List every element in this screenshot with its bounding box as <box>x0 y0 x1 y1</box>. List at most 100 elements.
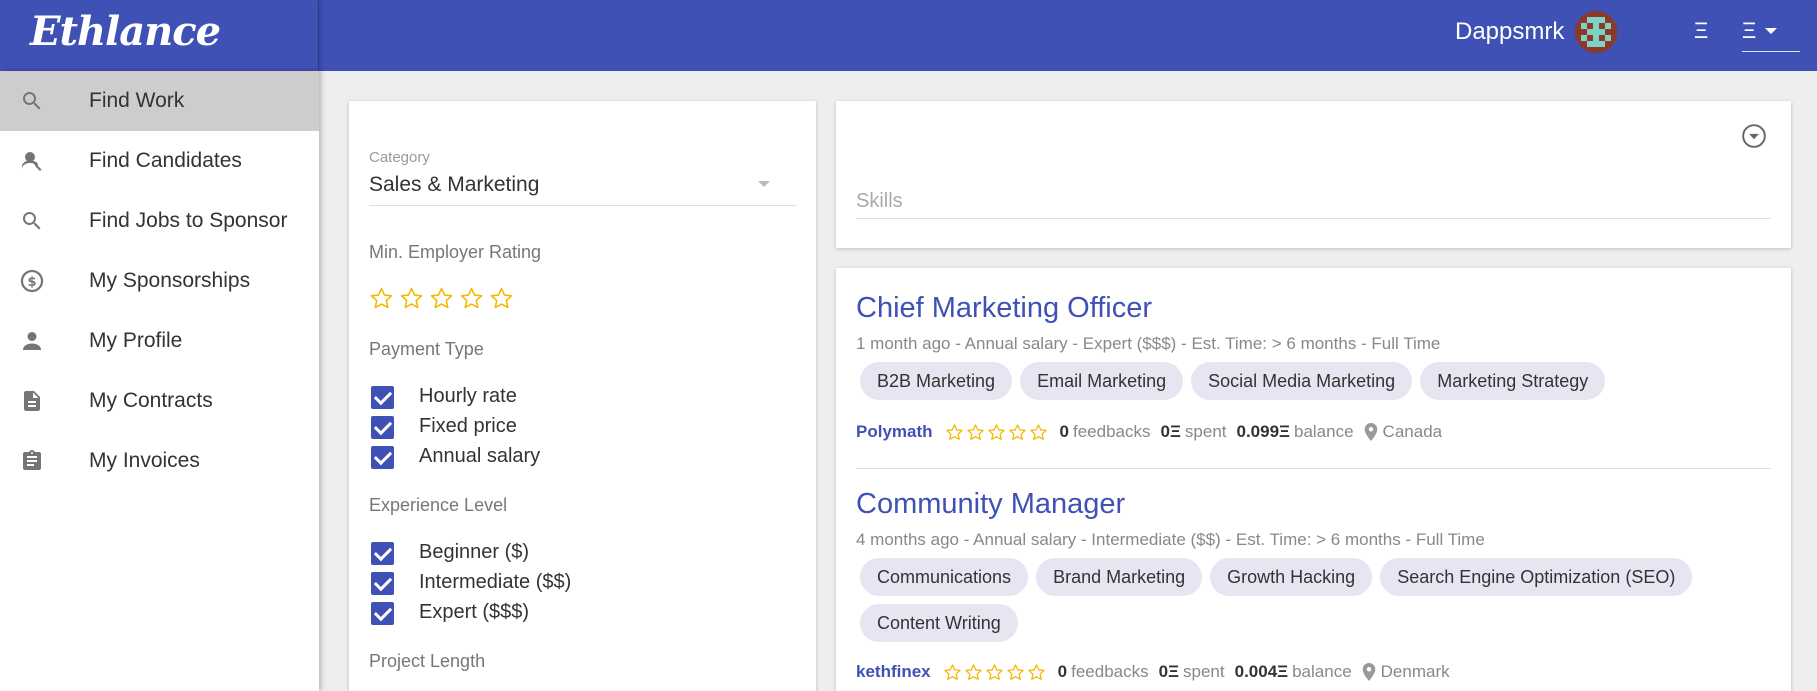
logo-area: Ethlance <box>0 0 319 71</box>
expand-circle-icon[interactable] <box>1741 123 1767 149</box>
checkbox-checked-icon[interactable] <box>371 571 394 595</box>
divider <box>856 468 1771 469</box>
job-meta: 4 months ago - Annual salary - Intermedi… <box>856 530 1485 549</box>
category-select[interactable]: Sales & Marketing <box>369 173 539 197</box>
star-outline-icon <box>964 663 983 682</box>
checkbox-label: Intermediate ($$) <box>419 571 572 593</box>
checkbox-expert[interactable]: Expert ($$$) <box>371 601 529 625</box>
skills-panel <box>836 101 1791 248</box>
balance-amount: 0.004Ξ <box>1234 662 1289 681</box>
star-outline-icon[interactable] <box>429 286 454 311</box>
skill-chip[interactable]: Content Writing <box>860 604 1018 642</box>
checkbox-checked-icon[interactable] <box>371 541 394 565</box>
search-icon <box>23 92 41 110</box>
sidebar-item-find-jobs-to-sponsor[interactable]: Find Jobs to Sponsor <box>0 191 319 251</box>
chevron-down-icon[interactable] <box>758 181 770 187</box>
checkbox-label: Beginner ($) <box>419 541 530 563</box>
sidebar-item-my-sponsorships[interactable]: $ My Sponsorships <box>0 251 319 311</box>
min-rating-label: Min. Employer Rating <box>369 242 542 262</box>
person-search-icon <box>22 152 42 171</box>
checkbox-fixed-price[interactable]: Fixed price <box>371 415 517 439</box>
sidebar-item-label: My Invoices <box>89 449 200 472</box>
sidebar-item-my-contracts[interactable]: My Contracts <box>0 371 319 431</box>
skills-input[interactable] <box>856 181 1771 219</box>
checkbox-beginner[interactable]: Beginner ($) <box>371 541 529 565</box>
job-meta: 1 month ago - Annual salary - Expert ($$… <box>856 334 1441 353</box>
skill-chip[interactable]: Search Engine Optimization (SEO) <box>1380 558 1693 596</box>
employer-info: Polymath 0 feedbacks 0Ξ spent 0.099Ξ bal… <box>856 422 1442 442</box>
star-outline-icon[interactable] <box>369 286 394 311</box>
skill-chip[interactable]: Email Marketing <box>1020 362 1184 400</box>
checkbox-label: Fixed price <box>419 415 517 437</box>
feedbacks-label: feedbacks <box>1073 422 1151 441</box>
checkbox-intermediate[interactable]: Intermediate ($$) <box>371 571 571 595</box>
employer-location: Canada <box>1382 422 1443 441</box>
star-outline-icon <box>985 663 1004 682</box>
document-icon <box>24 391 40 411</box>
skill-chip[interactable]: Marketing Strategy <box>1420 362 1606 400</box>
filter-panel: Category Sales & Marketing Min. Employer… <box>349 101 816 691</box>
star-outline-icon <box>943 663 962 682</box>
skill-chip[interactable]: Social Media Marketing <box>1191 362 1413 400</box>
checkbox-checked-icon[interactable] <box>371 445 394 469</box>
sidebar-item-label: My Sponsorships <box>89 269 251 292</box>
currency-select[interactable]: Ξ <box>1742 18 1800 52</box>
balance-amount: 0.099Ξ <box>1236 422 1290 441</box>
star-outline-icon[interactable] <box>399 286 424 311</box>
app-header: Ethlance Dappsmrk Ξ Ξ <box>0 0 1817 71</box>
employer-rating <box>945 423 1048 442</box>
sidebar-item-find-candidates[interactable]: Find Candidates <box>0 131 319 191</box>
sidebar-item-label: Find Work <box>89 89 185 112</box>
search-icon <box>23 212 41 230</box>
spent-amount: 0Ξ <box>1158 662 1180 681</box>
checkbox-label: Hourly rate <box>419 385 517 407</box>
svg-text:$: $ <box>27 275 36 290</box>
job-title-link[interactable]: Community Manager <box>856 488 1771 521</box>
currency-toggle-button[interactable]: Ξ <box>1694 18 1708 44</box>
sidebar-item-my-profile[interactable]: My Profile <box>0 311 319 371</box>
employer-link[interactable]: kethfinex <box>856 662 931 682</box>
experience-level-label: Experience Level <box>369 495 508 515</box>
app-logo[interactable]: Ethlance <box>30 8 221 55</box>
skill-chip[interactable]: B2B Marketing <box>860 362 1013 400</box>
checkbox-checked-icon[interactable] <box>371 415 394 439</box>
currency-select-value: Ξ <box>1742 18 1757 43</box>
star-outline-icon <box>1027 663 1046 682</box>
checkbox-annual-salary[interactable]: Annual salary <box>371 445 540 469</box>
sidebar-item-find-work[interactable]: Find Work <box>0 71 319 131</box>
avatar[interactable] <box>1575 11 1617 53</box>
checkbox-hourly-rate[interactable]: Hourly rate <box>371 385 517 409</box>
employer-rating <box>943 663 1046 682</box>
sidebar: Find Work Find Candidates Find Jobs to S… <box>0 71 319 691</box>
username[interactable]: Dappsmrk <box>1455 18 1564 46</box>
star-outline-icon <box>987 423 1006 442</box>
job-list: Chief Marketing Officer 1 month ago - An… <box>836 268 1791 691</box>
sidebar-item-label: Find Candidates <box>89 149 242 172</box>
clipboard-icon <box>23 450 41 470</box>
skill-chip[interactable]: Brand Marketing <box>1036 558 1203 596</box>
divider <box>369 205 796 206</box>
payment-type-label: Payment Type <box>369 339 484 359</box>
spent-amount: 0Ξ <box>1160 422 1181 441</box>
skill-chip[interactable]: Growth Hacking <box>1210 558 1373 596</box>
job-item: Chief Marketing Officer 1 month ago - An… <box>856 292 1771 441</box>
checkbox-checked-icon[interactable] <box>371 385 394 409</box>
sidebar-item-label: My Contracts <box>89 389 213 412</box>
star-outline-icon[interactable] <box>459 286 484 311</box>
star-outline-icon[interactable] <box>489 286 514 311</box>
checkbox-checked-icon[interactable] <box>371 601 394 625</box>
sidebar-item-label: My Profile <box>89 329 183 352</box>
skill-chip[interactable]: Communications <box>860 558 1029 596</box>
feedbacks-count: 0 <box>1059 422 1069 441</box>
location-pin-icon <box>1362 663 1375 681</box>
checkbox-label: Expert ($$$) <box>419 601 530 623</box>
feedbacks-label: feedbacks <box>1071 662 1149 681</box>
spent-label: spent <box>1183 662 1225 681</box>
location-pin-icon <box>1364 423 1377 441</box>
employer-link[interactable]: Polymath <box>856 422 933 442</box>
sidebar-item-my-invoices[interactable]: My Invoices <box>0 431 319 491</box>
balance-label: balance <box>1293 422 1354 441</box>
star-outline-icon <box>945 423 964 442</box>
job-title-link[interactable]: Chief Marketing Officer <box>856 292 1771 325</box>
min-rating-stars[interactable] <box>369 286 514 311</box>
